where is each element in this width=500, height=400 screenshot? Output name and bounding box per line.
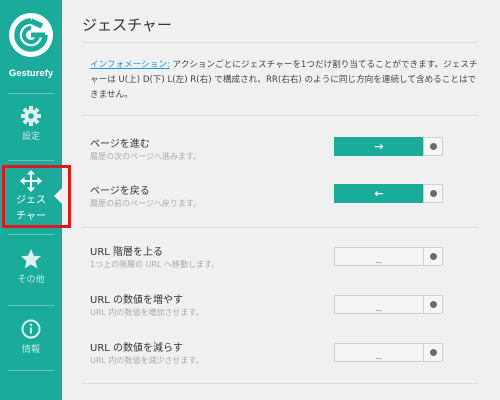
row-description: URL 内の数値を増加させます。 [90, 308, 204, 317]
gesture-options-button[interactable] [423, 295, 443, 314]
highlight-box [2, 165, 71, 228]
gesture-options-button[interactable] [423, 184, 443, 203]
gesturefy-logo-icon [9, 13, 53, 57]
row-title: ページを戻る [90, 186, 150, 197]
row-description: 1つ上の階層の URL へ移動します。 [90, 260, 220, 269]
dot-icon [430, 190, 437, 197]
star-icon [20, 248, 42, 270]
dot-icon [430, 253, 437, 260]
gear-icon [20, 105, 42, 127]
sidebar-item-other[interactable]: その他 [0, 240, 62, 306]
row-title: URL の数値を増やす [90, 295, 184, 306]
row-title: ページを進む [90, 139, 150, 150]
sidebar-item-label: 設定 [21, 132, 40, 142]
gesture-options-button[interactable] [423, 247, 443, 266]
row-description: 履歴の前のページへ戻ります。 [90, 199, 202, 208]
gesture-row-url-decrement: URL の数値を減らす URL 内の数値を減少させます。 _ [90, 339, 480, 379]
sidebar-item-label: その他 [17, 275, 45, 285]
gesture-button[interactable]: → [334, 137, 424, 156]
app-name: Gesturefy [8, 68, 54, 79]
dot-icon [430, 143, 437, 150]
main-content: ジェスチャー インフォメーション: アクションごとにジェスチャーを1つだけ割り当… [62, 0, 500, 400]
gesture-row-url-level-up: URL 階層を上る 1つ上の階層の URL へ移動します。 _ [90, 243, 480, 283]
gesture-options-button[interactable] [423, 137, 443, 156]
nav-divider [8, 370, 54, 371]
nav-divider [8, 305, 54, 306]
nav-divider [8, 93, 54, 94]
sidebar-item-info[interactable]: 情報 [0, 310, 62, 376]
info-text: インフォメーション: アクションごとにジェスチャーを1つだけ割り当てることができ… [90, 58, 478, 103]
nav-divider [8, 160, 54, 161]
logo: Gesturefy [0, 0, 62, 92]
gesture-row-url-increment: URL の数値を増やす URL 内の数値を増加させます。 _ [90, 291, 480, 331]
info-icon [20, 318, 42, 340]
row-title: URL の数値を減らす [90, 343, 183, 354]
gesture-button[interactable]: _ [334, 343, 424, 362]
row-description: URL 内の数値を減少させます。 [90, 356, 204, 365]
page-title: ジェスチャー [82, 16, 172, 34]
gesture-row-page-forward: ページを進む 履歴の次のページへ進みます。 → [90, 135, 480, 175]
sidebar-item-settings[interactable]: 設定 [0, 97, 62, 163]
dot-icon [430, 349, 437, 356]
row-title: URL 階層を上る [90, 247, 164, 258]
gesture-row-page-back: ページを戻る 履歴の前のページへ戻ります。 ← [90, 182, 480, 222]
sidebar-item-label: 情報 [21, 345, 40, 355]
title-divider [82, 42, 478, 43]
gesture-options-button[interactable] [423, 343, 443, 362]
dot-icon [430, 301, 437, 308]
row-description: 履歴の次のページへ進みます。 [90, 152, 202, 161]
section-divider [82, 383, 478, 384]
gesture-button[interactable]: ← [334, 184, 424, 203]
section-divider [82, 227, 478, 228]
nav-divider [8, 234, 54, 235]
gesture-button[interactable]: _ [334, 247, 424, 266]
info-link[interactable]: インフォメーション: [90, 60, 170, 70]
gesture-button[interactable]: _ [334, 295, 424, 314]
section-divider [82, 115, 478, 116]
